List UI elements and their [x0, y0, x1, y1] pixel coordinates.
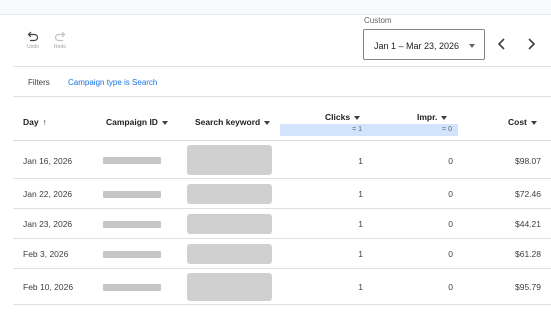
redacted-keyword: [187, 184, 272, 204]
cell-clicks: 1: [358, 249, 363, 259]
column-header-clicks-label: Clicks: [325, 112, 351, 122]
redacted-keyword: [187, 273, 272, 301]
date-range-value: Jan 1 – Mar 23, 2026: [374, 41, 460, 51]
cell-impr: 0: [448, 189, 453, 199]
date-range-caption: Custom: [364, 16, 392, 25]
chevron-right-icon[interactable]: [524, 37, 538, 51]
table-row[interactable]: Feb 3, 2026 1 0 $61.28: [13, 239, 551, 269]
cell-day: Jan 22, 2026: [23, 189, 73, 199]
cell-clicks: 1: [358, 156, 363, 166]
redo-button[interactable]: Redo: [47, 31, 73, 50]
table-row[interactable]: Feb 10, 2026 1 0 $95.79: [13, 269, 551, 305]
cell-cost: $72.46: [515, 189, 541, 199]
column-header-impr-label: Impr.: [417, 112, 438, 122]
caret-down-icon: [441, 115, 448, 120]
column-header-day[interactable]: Day ↑: [23, 117, 47, 127]
column-header-keyword-label: Search keyword: [195, 117, 261, 127]
filters-label[interactable]: Filters: [28, 78, 50, 87]
cell-impr: 0: [448, 249, 453, 259]
column-header-day-label: Day: [23, 117, 39, 127]
column-header-keyword[interactable]: Search keyword: [195, 117, 271, 127]
caret-down-icon: [161, 120, 168, 125]
chevron-left-icon[interactable]: [495, 37, 509, 51]
table-row[interactable]: Jan 16, 2026 1 0 $98.07: [13, 141, 551, 179]
redo-icon: [54, 31, 66, 42]
caret-down-icon: [530, 120, 537, 125]
redacted-campaign-id: [103, 157, 161, 164]
column-header-campaign-id[interactable]: Campaign ID: [106, 117, 168, 127]
caret-down-icon: [469, 44, 475, 48]
cell-impr: 0: [448, 282, 453, 292]
cell-day: Jan 16, 2026: [23, 156, 73, 166]
caret-down-icon: [264, 120, 271, 125]
column-header-cost-label: Cost: [508, 117, 527, 127]
redacted-campaign-id: [103, 191, 161, 198]
cell-impr: 0: [448, 219, 453, 229]
toolbar: Undo Redo Custom Jan 1 – Mar 23, 2026: [0, 0, 551, 66]
column-header-clicks[interactable]: Clicks: [325, 112, 361, 122]
column-header-cost[interactable]: Cost: [508, 117, 537, 127]
cell-impr: 0: [448, 156, 453, 166]
table-row[interactable]: Jan 23, 2026 1 0 $44.21: [13, 209, 551, 239]
undo-label: Undo: [27, 44, 39, 50]
column-header-impr[interactable]: Impr.: [417, 112, 448, 122]
redo-label: Redo: [54, 44, 66, 50]
cell-day: Feb 10, 2026: [23, 282, 74, 292]
column-header-campaign-id-label: Campaign ID: [106, 117, 158, 127]
impr-filter-value[interactable]: = 0: [368, 124, 458, 136]
undo-button[interactable]: Undo: [20, 31, 46, 50]
arrow-up-icon: ↑: [42, 117, 47, 127]
clicks-filter-value[interactable]: = 1: [280, 124, 368, 136]
caret-down-icon: [354, 115, 361, 120]
filter-bar: Filters Campaign type is Search: [13, 66, 551, 97]
redacted-campaign-id: [103, 221, 161, 228]
table-row[interactable]: Jan 22, 2026 1 0 $72.46: [13, 179, 551, 209]
results-table: Day ↑ Campaign ID Search keyword Clicks I…: [13, 104, 551, 305]
redacted-keyword: [187, 244, 272, 264]
toolbar-band: [0, 0, 551, 15]
cell-cost: $44.21: [515, 219, 541, 229]
filter-chip-campaign-type[interactable]: Campaign type is Search: [68, 78, 157, 87]
cell-cost: $95.79: [515, 282, 541, 292]
redacted-campaign-id: [103, 284, 161, 291]
cell-clicks: 1: [358, 189, 363, 199]
cell-clicks: 1: [358, 282, 363, 292]
cell-cost: $61.28: [515, 249, 541, 259]
cell-day: Feb 3, 2026: [23, 249, 69, 259]
cell-cost: $98.07: [515, 156, 541, 166]
undo-icon: [27, 31, 39, 42]
redacted-keyword: [187, 214, 272, 234]
table-header: Day ↑ Campaign ID Search keyword Clicks I…: [13, 104, 551, 141]
redacted-campaign-id: [103, 251, 161, 258]
cell-day: Jan 23, 2026: [23, 219, 73, 229]
redacted-keyword: [187, 145, 272, 175]
date-range-select[interactable]: Jan 1 – Mar 23, 2026: [363, 29, 485, 60]
cell-clicks: 1: [358, 219, 363, 229]
